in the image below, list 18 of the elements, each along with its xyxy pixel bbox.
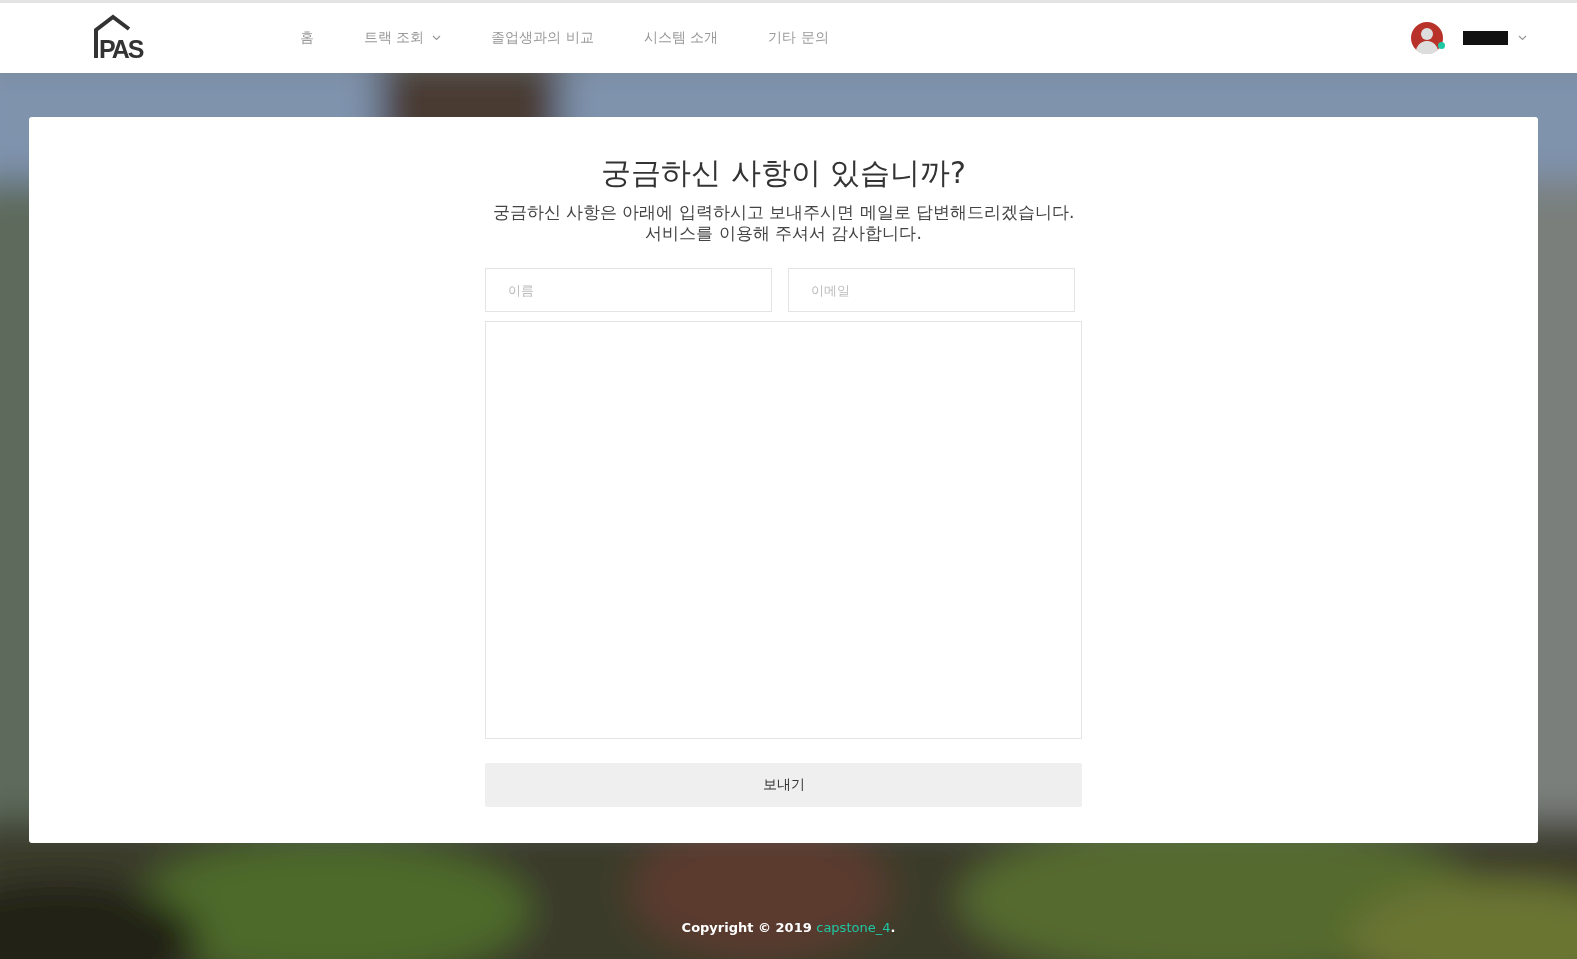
nav-link[interactable]: 트랙 조회	[364, 29, 442, 47]
send-button[interactable]: 보내기	[485, 763, 1082, 807]
copyright-text: Copyright © 2019 capstone_4.	[680, 920, 897, 935]
name-field[interactable]: 이름	[485, 268, 772, 312]
nav-link[interactable]: 졸업생과의 비교	[491, 29, 594, 47]
redaction-bar	[1463, 31, 1508, 45]
logo[interactable]: PAS	[90, 14, 156, 62]
message-field[interactable]	[485, 321, 1082, 739]
page-title: 궁금하신 사항이 있습니까?	[601, 154, 966, 192]
chevron-down-icon	[1518, 35, 1527, 41]
nav-link[interactable]: 시스템 소개	[643, 29, 719, 47]
description-text: 궁금하신 사항은 아래에 입력하시고 보내주시면 메일로 답변해드리겠습니다.	[492, 202, 1075, 223]
nav-link[interactable]: 홈	[300, 29, 314, 47]
nav-link[interactable]: 기타 문의	[768, 29, 829, 47]
email-field[interactable]: 이메일	[788, 268, 1075, 312]
capstone-link[interactable]: capstone_4	[816, 920, 891, 935]
avatar-icon[interactable]	[1411, 22, 1443, 54]
description-text: 서비스를 이용해 주셔서 감사합니다.	[644, 223, 923, 244]
